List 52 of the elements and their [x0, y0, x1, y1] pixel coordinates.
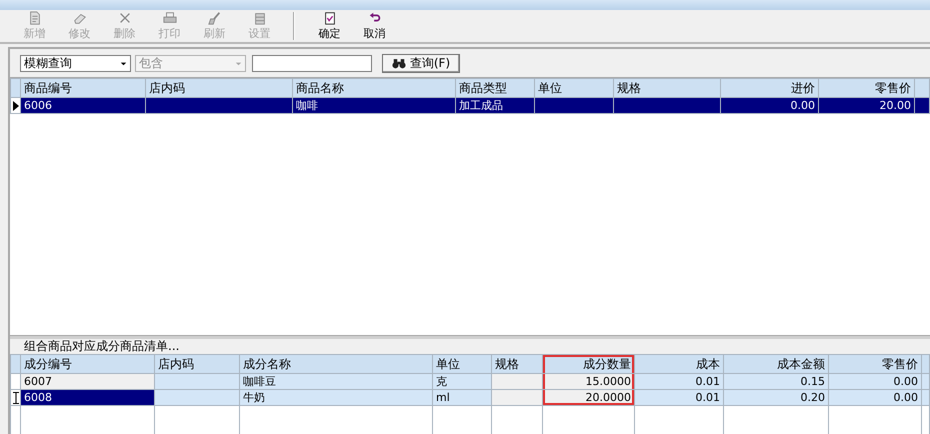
table-row[interactable]: 6006 咖啡 加工成品 0.00 20.00	[10, 98, 930, 114]
column-header[interactable]: 单位	[432, 354, 492, 374]
table-cell: 0.20	[800, 391, 825, 404]
column-header[interactable]: 成分数量	[542, 354, 634, 374]
column-header[interactable]: 商品名称	[292, 78, 456, 98]
column-header[interactable]: 单位	[534, 78, 614, 98]
column-header[interactable]: 商品编号	[20, 78, 146, 98]
document-icon	[28, 11, 42, 25]
table-cell: 6006	[24, 99, 52, 112]
section-caption: 组合商品对应成分商品清单...	[24, 338, 180, 355]
column-header[interactable]: 店内码	[146, 78, 292, 98]
toolbar-button[interactable]: 确定	[307, 10, 352, 42]
column-header[interactable]: 规格	[492, 354, 542, 374]
table-cell: 0.15	[800, 375, 825, 388]
mode-dropdown[interactable]: 模糊查询	[20, 54, 131, 72]
table-cell: 0.00	[894, 391, 918, 404]
table-cell: 6007	[24, 375, 52, 388]
column-header[interactable]: 成本金额	[724, 354, 828, 374]
table-cell: 15.0000	[586, 375, 631, 388]
table-cell: 0.00	[894, 375, 918, 388]
column-header[interactable]: 店内码	[154, 354, 240, 374]
clipboard-check-icon	[322, 11, 336, 25]
table-cell: 加工成品	[459, 99, 503, 112]
table-cell: 克	[436, 375, 447, 388]
table-cell: 咖啡豆	[243, 375, 276, 388]
table-cell: 牛奶	[243, 391, 265, 404]
table-row[interactable]: 6007 咖啡豆 克 15.0000 0.01 0.15 0.00	[10, 374, 930, 390]
table-cell: 0.01	[696, 391, 720, 404]
column-header[interactable]: 成分名称	[240, 354, 432, 374]
cross-icon	[118, 11, 132, 25]
column-header[interactable]: 进价	[720, 78, 818, 98]
table-cell: 6008	[24, 391, 52, 404]
binoculars-icon	[392, 58, 406, 68]
table-row[interactable]: 6008 牛奶 ml 20.0000 0.01 0.20 0.00	[10, 390, 930, 406]
table-cell: 20.00	[880, 99, 911, 112]
row-pointer-icon	[13, 100, 19, 110]
column-header[interactable]: 成分编号	[20, 354, 154, 374]
table-cell: 咖啡	[296, 99, 318, 112]
column-header[interactable]: 规格	[614, 78, 720, 98]
search-field[interactable]	[252, 54, 372, 72]
table-cell: ml	[436, 391, 450, 404]
column-header[interactable]: 成本	[634, 354, 724, 374]
column-header[interactable]: 零售价	[818, 78, 914, 98]
table-cell: 20.0000	[586, 391, 631, 404]
column-header[interactable]: 商品类型	[456, 78, 534, 98]
toolbar-button[interactable]: 取消	[352, 10, 397, 42]
edit-cursor-icon	[13, 392, 19, 404]
column-header[interactable]: 零售价	[828, 354, 922, 374]
query-button[interactable]: 查询(F)	[382, 54, 460, 72]
table-cell: 0.01	[696, 375, 720, 388]
cabinet-icon	[252, 11, 266, 25]
table-cell: 0.00	[790, 99, 815, 112]
